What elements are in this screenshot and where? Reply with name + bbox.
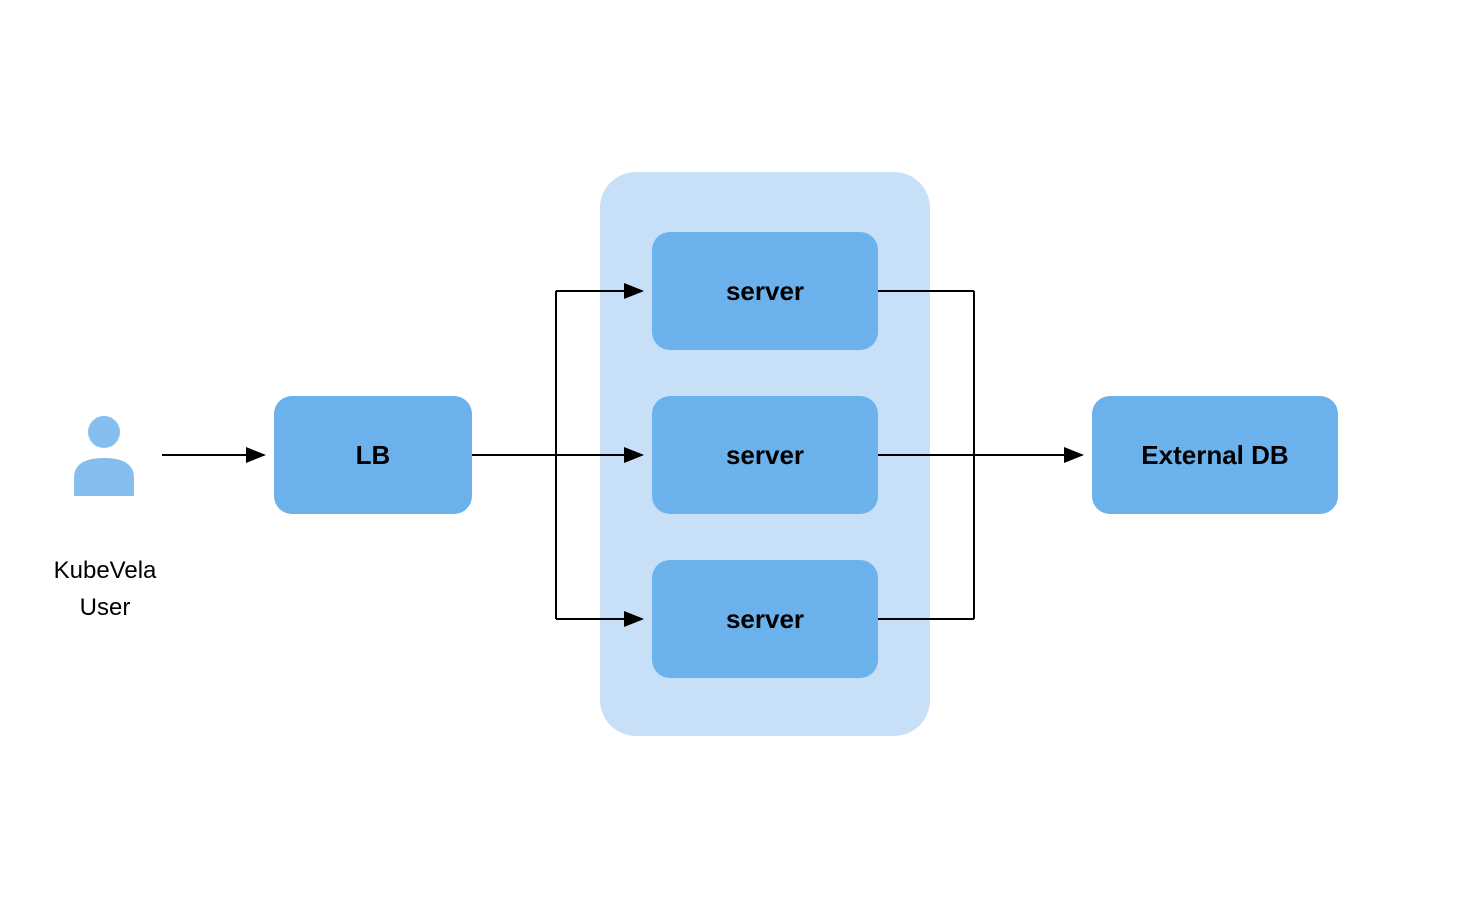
server-node-2: server [652, 396, 878, 514]
server-label-3: server [726, 604, 804, 635]
user-label: KubeVela User [40, 552, 170, 626]
user-icon [68, 414, 140, 496]
server-label-1: server [726, 276, 804, 307]
server-label-2: server [726, 440, 804, 471]
lb-node: LB [274, 396, 472, 514]
lb-label: LB [356, 440, 391, 471]
diagram-canvas: KubeVela User LB server server server Ex… [0, 0, 1470, 906]
server-node-1: server [652, 232, 878, 350]
db-node: External DB [1092, 396, 1338, 514]
db-label: External DB [1141, 440, 1288, 471]
server-node-3: server [652, 560, 878, 678]
